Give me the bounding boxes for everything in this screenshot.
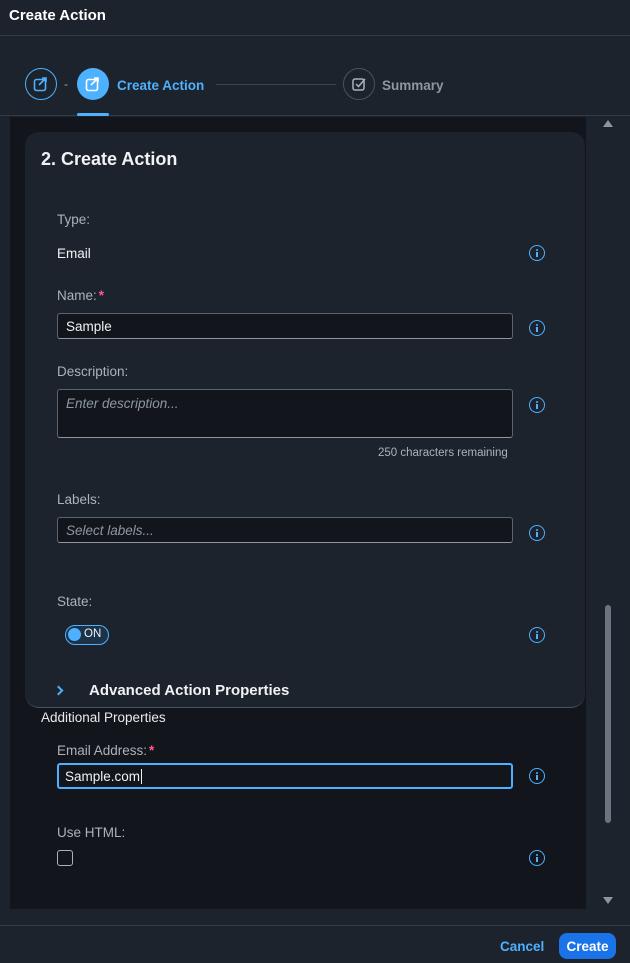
wizard-step-2[interactable] [77, 68, 109, 100]
wizard-step-2-label[interactable]: Create Action [117, 78, 204, 93]
description-char-counter: 250 characters remaining [378, 447, 508, 459]
dialog-footer: Cancel Create [0, 925, 630, 963]
state-label: State: [57, 594, 93, 609]
labels-label: Labels: [57, 492, 101, 507]
email-info-icon[interactable] [529, 768, 545, 784]
email-input[interactable]: Sample.com [57, 763, 513, 789]
wizard-step-3[interactable] [343, 68, 375, 100]
wizard-steps: - Create Action Summary [0, 37, 630, 116]
type-value: Email [57, 246, 91, 261]
wizard-separator: - [64, 77, 68, 91]
additional-properties-heading: Additional Properties [41, 710, 166, 725]
text-caret [141, 768, 143, 784]
create-button[interactable]: Create [559, 933, 616, 959]
toggle-knob [68, 628, 81, 641]
share-icon [33, 77, 47, 92]
name-info-icon[interactable] [529, 320, 545, 336]
scroll-down-arrow-icon[interactable] [603, 897, 613, 904]
required-mark: * [149, 743, 155, 758]
wizard-step-1[interactable] [25, 68, 57, 100]
section-title: 2. Create Action [41, 149, 178, 169]
state-info-icon[interactable] [529, 627, 545, 643]
description-info-icon[interactable] [529, 397, 545, 413]
form-scroll-area[interactable]: 2. Create Action Type: Email Name: * Samp… [10, 117, 586, 909]
wizard-connector [216, 84, 336, 85]
labels-info-icon[interactable] [529, 525, 545, 541]
use-html-info-icon[interactable] [529, 850, 545, 866]
scroll-thumb[interactable] [605, 605, 611, 823]
type-label: Type: [57, 212, 91, 227]
dialog-header: Create Action [0, 0, 630, 36]
use-html-label: Use HTML: [57, 825, 126, 840]
toggle-state-text: ON [84, 628, 102, 640]
name-label: Name: * [57, 288, 105, 303]
use-html-checkbox[interactable] [57, 850, 73, 866]
cancel-button[interactable]: Cancel [494, 934, 550, 958]
share-icon [85, 77, 99, 92]
required-mark: * [98, 288, 105, 303]
active-step-indicator [77, 113, 109, 116]
email-input-value: Sample.com [65, 768, 141, 784]
wizard-step-3-label[interactable]: Summary [382, 78, 444, 93]
state-toggle[interactable]: ON [65, 625, 109, 645]
email-label: Email Address: * [57, 743, 155, 758]
dialog-title: Create Action [9, 7, 106, 24]
description-textarea[interactable]: Enter description... [57, 389, 513, 438]
labels-select[interactable]: Select labels... [57, 517, 513, 543]
description-label: Description: [57, 364, 129, 379]
advanced-properties-toggle[interactable]: Advanced Action Properties [89, 682, 289, 699]
type-info-icon[interactable] [529, 245, 545, 261]
checkbox-icon [352, 78, 366, 91]
vertical-scrollbar[interactable] [600, 117, 616, 909]
scroll-up-arrow-icon[interactable] [603, 120, 613, 127]
name-input[interactable]: Sample [57, 313, 513, 339]
